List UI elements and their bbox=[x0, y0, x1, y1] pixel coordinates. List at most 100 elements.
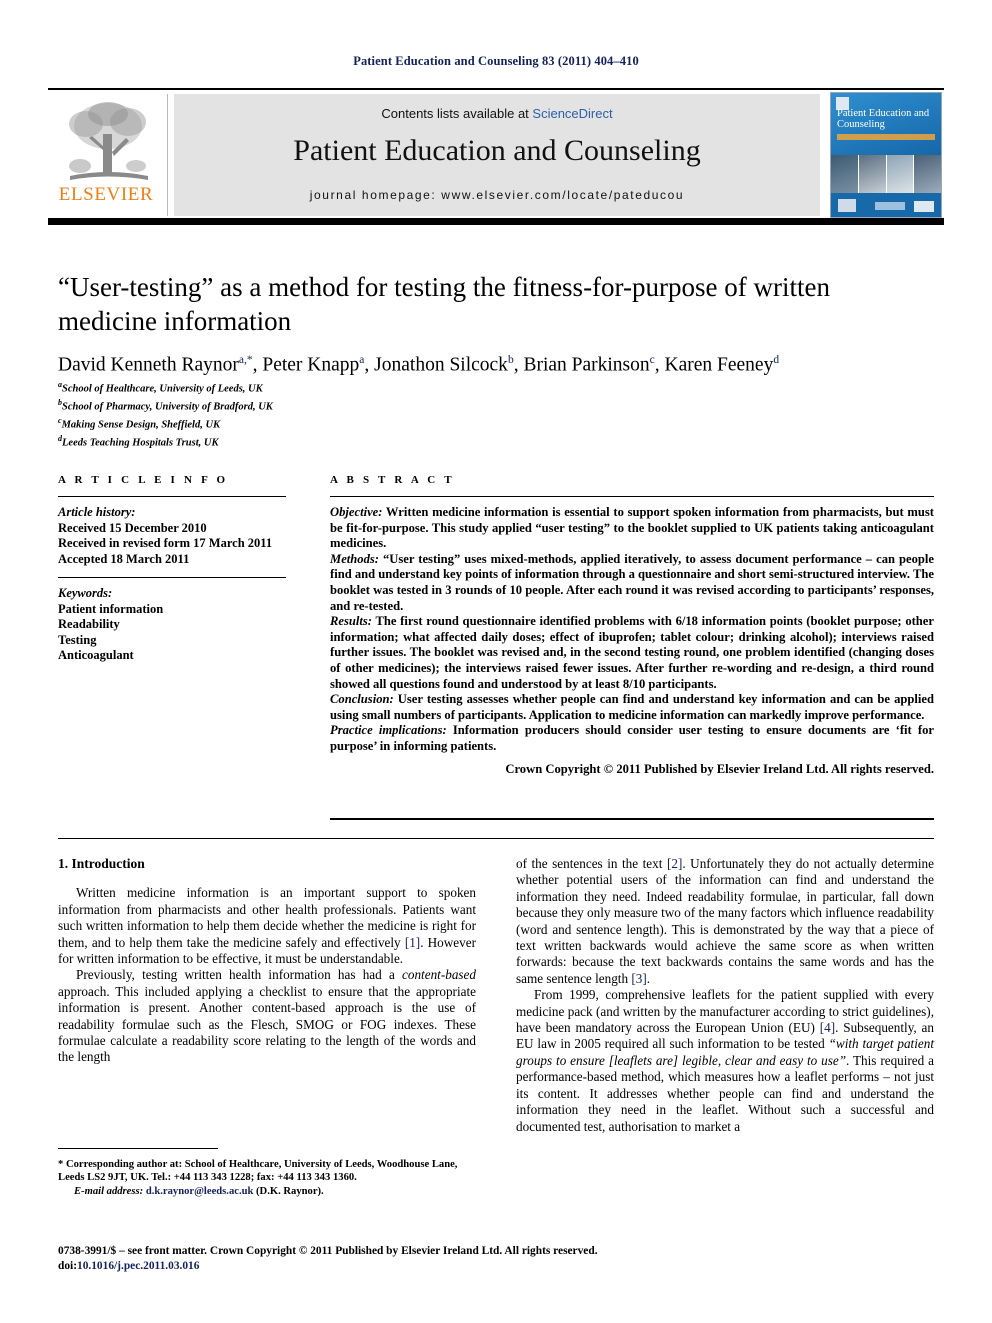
right-column-paragraphs: of the sentences in the text [2]. Unfort… bbox=[516, 856, 934, 1135]
masthead-bottom-rule bbox=[48, 218, 944, 225]
emphasis-text: content-based bbox=[402, 967, 476, 983]
abstract-section-label: Results: bbox=[330, 614, 372, 629]
author-affiliation-mark: a,* bbox=[238, 354, 253, 366]
author-affiliation-mark: c bbox=[649, 354, 655, 366]
elsevier-logo: ELSEVIER bbox=[50, 94, 168, 216]
keyword-items: Patient information Readability Testing Ant… bbox=[58, 602, 308, 664]
article-page: Patient Education and Counseling 83 (201… bbox=[0, 0, 992, 1323]
article-history-item: Accepted 18 March 2011 bbox=[58, 551, 190, 566]
contents-lists-prefix: Contents lists available at bbox=[381, 106, 533, 121]
cover-photo-strip bbox=[831, 155, 941, 195]
corresponding-author-footnote: * Corresponding author at: School of Hea… bbox=[58, 1158, 478, 1198]
abstract-section-label: Conclusion: bbox=[330, 692, 394, 707]
abstract-rule bbox=[330, 496, 934, 497]
email-line: E-mail address: d.k.raynor@leeds.ac.uk (… bbox=[74, 1185, 324, 1197]
imprint-block: 0738-3991/$ – see front matter. Crown Co… bbox=[58, 1244, 698, 1274]
author-affiliation-mark: b bbox=[507, 354, 514, 366]
article-info-rule bbox=[58, 496, 286, 497]
article-info-block: A R T I C L E I N F O Article history: R… bbox=[58, 474, 308, 664]
citation-link[interactable]: [2] bbox=[667, 856, 682, 871]
author-affiliation-mark: d bbox=[773, 354, 780, 366]
journal-cover-thumbnail[interactable]: Patient Education and Counseling bbox=[830, 92, 942, 218]
author-name: Jonathon Silcock bbox=[374, 354, 508, 376]
email-address-label: E-mail address: bbox=[74, 1185, 146, 1197]
author-name: Karen Feeney bbox=[664, 354, 774, 376]
running-head: Patient Education and Counseling 83 (201… bbox=[353, 54, 639, 68]
body-paragraph: Written medicine information is an impor… bbox=[58, 885, 476, 967]
elsevier-tree-icon bbox=[69, 102, 148, 180]
cover-logo-center-icon bbox=[875, 202, 905, 210]
body-column-right: of the sentences in the text [2]. Unfort… bbox=[516, 856, 934, 1135]
journal-homepage-link[interactable]: journal homepage: www.elsevier.com/locat… bbox=[174, 188, 820, 202]
article-history: Article history: Received 15 December 20… bbox=[58, 505, 308, 567]
abstract-section: Objective: Written medicine information … bbox=[330, 505, 934, 551]
affiliation-item: aSchool of Healthcare, University of Lee… bbox=[58, 380, 263, 395]
cover-subtitle-bar bbox=[837, 134, 935, 140]
affiliation-item: cMaking Sense Design, Sheffield, UK bbox=[58, 416, 221, 431]
abstract-section: Conclusion: User testing assesses whethe… bbox=[330, 692, 934, 722]
body-column-left: 1. Introduction Written medicine informa… bbox=[58, 856, 476, 1066]
cover-top-panel: Patient Education and Counseling bbox=[831, 93, 941, 155]
abstract-section: Results: The first round questionnaire i… bbox=[330, 614, 934, 691]
citation-link[interactable]: [1] bbox=[405, 935, 420, 950]
abstract-bottom-rule bbox=[330, 818, 934, 820]
author-name: David Kenneth Raynor bbox=[58, 354, 239, 376]
article-history-item: Received in revised form 17 March 2011 bbox=[58, 536, 273, 550]
abstract-heading: A B S T R A C T bbox=[330, 474, 455, 486]
journal-masthead: ELSEVIER Contents lists available at Sci… bbox=[48, 88, 944, 236]
cover-logo-right-icon bbox=[914, 201, 934, 212]
keyword-item: Readability bbox=[58, 617, 120, 631]
author-name: Brian Parkinson bbox=[523, 354, 650, 376]
citation-link[interactable]: [3] bbox=[631, 971, 646, 986]
affiliation-item: bSchool of Pharmacy, University of Bradf… bbox=[58, 398, 273, 413]
abstract-section: Practice implications: Information produ… bbox=[330, 723, 934, 753]
body-paragraph: From 1999, comprehensive leaflets for th… bbox=[516, 987, 935, 1134]
left-column-paragraphs: Written medicine information is an impor… bbox=[58, 885, 476, 1065]
elsevier-wordmark: ELSEVIER bbox=[58, 184, 154, 205]
emphasis-text: “with target patient groups to ensure [l… bbox=[516, 1036, 934, 1068]
abstract-section: Methods: “User testing” uses mixed-metho… bbox=[330, 551, 934, 613]
article-history-items: Received 15 December 2010 Received in rev… bbox=[58, 521, 308, 568]
affiliation-item: dLeeds Teaching Hospitals Trust, UK bbox=[58, 434, 219, 449]
body-paragraph: of the sentences in the text [2]. Unfort… bbox=[516, 856, 934, 986]
cover-bottom-panel bbox=[831, 193, 941, 217]
email-address-link[interactable]: d.k.raynor@leeds.ac.uk bbox=[146, 1186, 254, 1197]
article-history-item: Received 15 December 2010 bbox=[58, 520, 207, 535]
front-matter-line: 0738-3991/$ – see front matter. Crown Co… bbox=[58, 1245, 598, 1257]
page-title: “User-testing” as a method for testing t… bbox=[58, 272, 830, 336]
keywords-block: Keywords: Patient information Readability… bbox=[58, 586, 308, 664]
body-divider-rule bbox=[58, 838, 934, 839]
journal-banner: Contents lists available at ScienceDirec… bbox=[174, 94, 820, 216]
affiliation-list: aSchool of Healthcare, University of Lee… bbox=[58, 378, 618, 450]
cover-title-text: Patient Education and Counseling bbox=[837, 108, 930, 130]
doi-link[interactable]: 10.1016/j.pec.2011.03.016 bbox=[77, 1260, 199, 1272]
author-list: David Kenneth Raynora,*, Peter Knappa, J… bbox=[58, 354, 780, 376]
keywords-rule bbox=[58, 577, 286, 578]
abstract-section-label: Practice implications: bbox=[330, 723, 447, 738]
article-info-heading: A R T I C L E I N F O bbox=[58, 474, 229, 486]
footnote-separator-rule bbox=[58, 1148, 218, 1149]
author-name: Peter Knapp bbox=[262, 354, 360, 376]
footnote-marker: * bbox=[58, 1159, 64, 1170]
section-heading-introduction: 1. Introduction bbox=[58, 856, 145, 871]
sciencedirect-link[interactable]: ScienceDirect bbox=[532, 106, 612, 121]
journal-title: Patient Education and Counseling bbox=[293, 134, 701, 167]
doi-label: doi: bbox=[58, 1260, 77, 1272]
abstract-section-label: Methods: bbox=[330, 551, 379, 566]
keyword-item: Patient information bbox=[58, 601, 164, 616]
keywords-label: Keywords: bbox=[58, 586, 113, 600]
abstract-body: Objective: Written medicine information … bbox=[330, 505, 934, 755]
abstract-section-label: Objective: bbox=[330, 505, 383, 519]
citation-link[interactable]: [4] bbox=[820, 1020, 835, 1035]
keyword-item: Anticoagulant bbox=[58, 648, 134, 662]
contents-lists-line: Contents lists available at ScienceDirec… bbox=[174, 106, 820, 121]
corresponding-author-line: * Corresponding author at: School of Hea… bbox=[58, 1159, 458, 1184]
body-paragraph: Previously, testing written health infor… bbox=[58, 967, 476, 1065]
article-history-label: Article history: bbox=[58, 505, 136, 519]
abstract-copyright: Crown Copyright © 2011 Published by Else… bbox=[505, 761, 934, 776]
cover-logo-left-icon bbox=[838, 199, 856, 212]
doi-line: doi:10.1016/j.pec.2011.03.016 bbox=[58, 1259, 698, 1274]
author-affiliation-mark: a bbox=[359, 354, 365, 366]
masthead-top-rule bbox=[48, 88, 944, 90]
keyword-item: Testing bbox=[58, 632, 97, 647]
